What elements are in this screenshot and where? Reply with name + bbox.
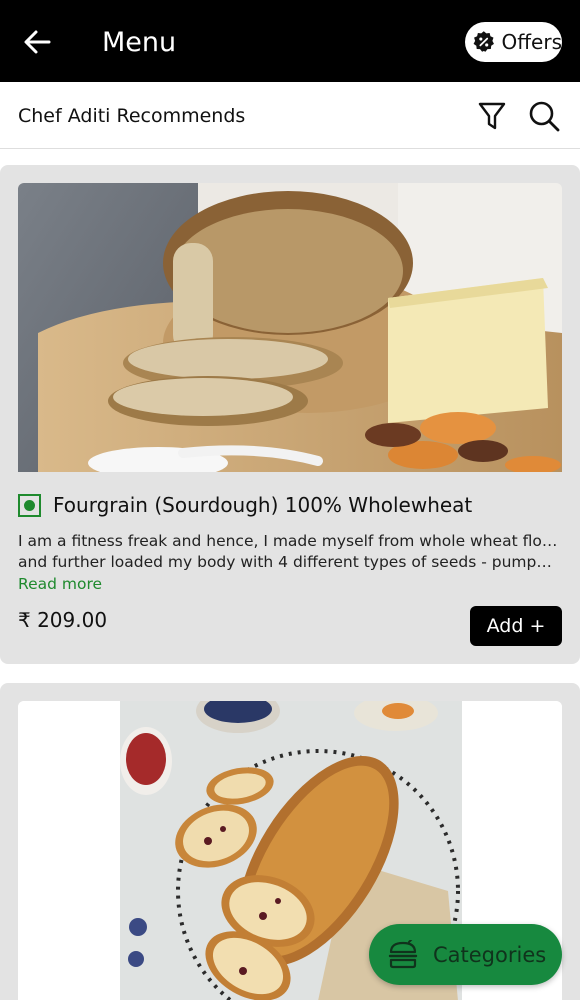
add-to-cart-button[interactable]: Add + (470, 606, 562, 646)
filter-button[interactable] (474, 98, 510, 134)
burger-icon (388, 939, 418, 968)
categories-label: Categories (433, 942, 547, 967)
categories-button[interactable]: Categories (369, 924, 562, 985)
search-button[interactable] (526, 98, 562, 134)
item-image (18, 183, 562, 472)
item-name: Fourgrain (Sourdough) 100% Wholewheat (53, 493, 473, 517)
item-description-line: I am a fitness freak and hence, I made m… (18, 532, 558, 550)
search-icon (529, 101, 560, 132)
read-more-link[interactable]: Read more (18, 573, 102, 595)
top-app-bar: Menu Offers (0, 0, 580, 82)
section-header: Chef Aditi Recommends (0, 82, 580, 149)
offers-label: Offers (501, 30, 562, 54)
item-price: ₹ 209.00 (18, 608, 108, 632)
sourdough-bread-photo (18, 183, 562, 472)
menu-list[interactable]: Fourgrain (Sourdough) 100% Wholewheat I … (0, 149, 580, 1000)
menu-item-card[interactable]: Fourgrain (Sourdough) 100% Wholewheat I … (0, 165, 580, 664)
offers-button[interactable]: Offers (465, 22, 562, 62)
arrow-left-icon (24, 30, 51, 54)
veg-indicator-icon (18, 494, 41, 517)
section-title: Chef Aditi Recommends (18, 105, 246, 127)
back-button[interactable] (20, 26, 54, 58)
discount-badge-icon (473, 31, 494, 52)
filter-icon (478, 102, 506, 130)
page-title: Menu (102, 27, 177, 58)
item-description-line: and further loaded my body with 4 differ… (18, 553, 558, 571)
item-description: I am a fitness freak and hence, I made m… (18, 531, 562, 573)
